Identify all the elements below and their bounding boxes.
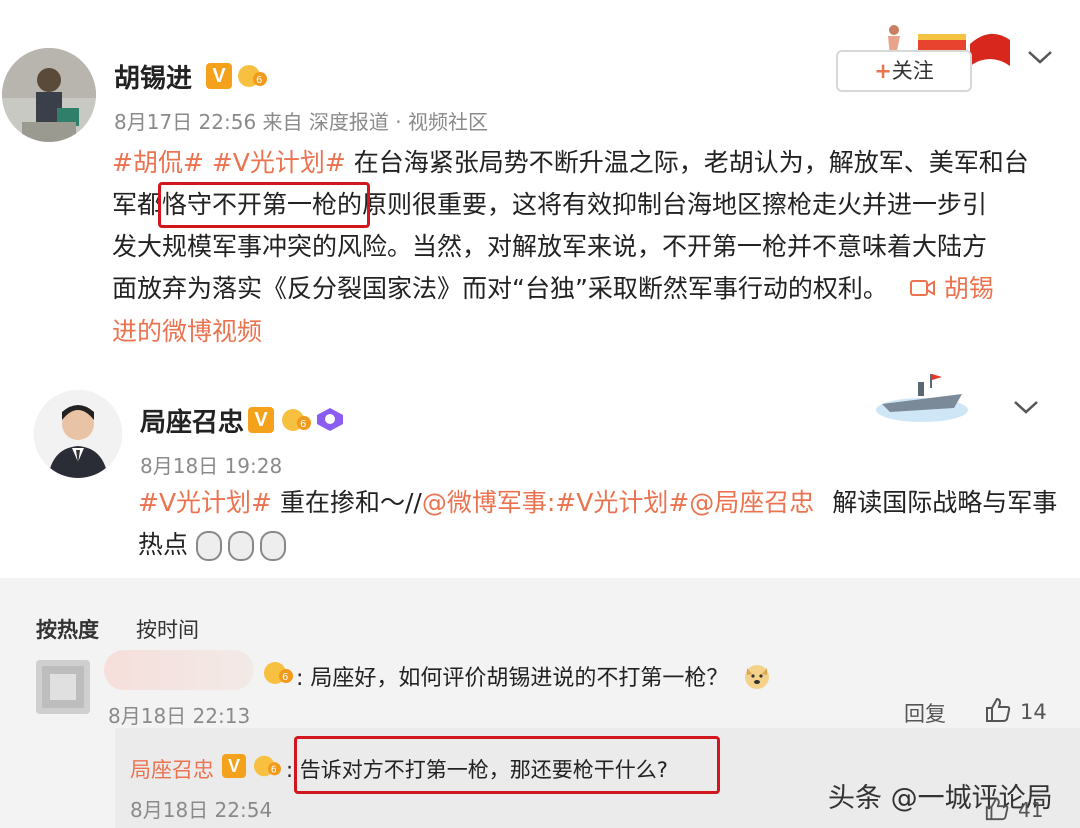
svg-text:6: 6	[256, 75, 262, 86]
post-text: 热点	[138, 530, 189, 559]
doge-emoji-icon	[743, 662, 771, 696]
post-ju-zuo-zhaozhong: 局座召忠 V 6 8月18日 19:28 #V光计划# 重在掺和～//@微博军事…	[0, 360, 1080, 578]
level-badge-icon: 6	[262, 658, 294, 692]
blurred-username	[104, 650, 254, 690]
level-badge-icon: 6	[252, 752, 282, 784]
reply-highlight-box	[294, 736, 720, 794]
reply-button[interactable]: 回复	[904, 698, 946, 728]
post-text: 原则很重要，这将有效抑制台海地区擦枪走火并进一步引	[362, 190, 988, 219]
reply-like-count: 41	[1018, 798, 1044, 822]
comment-time: 8月18日 22:13	[108, 704, 251, 728]
hashtag[interactable]: #V光计划#	[555, 488, 689, 517]
reply-author[interactable]: 局座召忠	[130, 754, 214, 784]
thumbs-up-icon[interactable]	[984, 796, 1010, 826]
microphone-emoji-icon	[227, 531, 254, 561]
post-body: #V光计划# 重在掺和～//@微博军事:#V光计划#@局座召忠 解读国际战略与军…	[138, 482, 1058, 566]
warship-icon	[872, 368, 972, 428]
avatar-hu-xijin[interactable]	[2, 48, 96, 142]
chevron-down-icon[interactable]	[1012, 394, 1040, 424]
follow-label: 关注	[891, 59, 934, 83]
hashtag[interactable]: #胡侃# #V光计划#	[112, 148, 346, 177]
mention[interactable]: @局座召忠	[689, 488, 814, 517]
membership-badge-icon	[314, 406, 346, 436]
avatar-ju-zuo[interactable]	[34, 390, 122, 478]
svg-text:6: 6	[300, 419, 306, 430]
highlight-box	[158, 182, 370, 228]
post-body: #胡侃# #V光计划# 在台海紧张局势不断升温之际，老胡认为，解放军、美军和台 …	[112, 142, 1052, 353]
post-line-1: #胡侃# #V光计划# 在台海紧张局势不断升温之际，老胡认为，解放军、美军和台	[112, 142, 1052, 184]
colon: :	[296, 666, 311, 691]
vip-v-icon: V	[206, 63, 232, 89]
post-line-1: #V光计划# 重在掺和～//@微博军事:#V光计划#@局座召忠 解读国际战略与军…	[138, 482, 1058, 524]
post-text: 面放弃为落实《反分裂国家法》而对“台独”采取断然军事行动的权利。	[112, 274, 888, 303]
post-meta: 8月18日 19:28	[140, 454, 283, 478]
author-name[interactable]: 胡锡进	[114, 58, 192, 95]
follow-button[interactable]: +关注	[836, 50, 972, 92]
post-line-2: 热点	[138, 524, 1058, 566]
mention[interactable]: @微博军事	[422, 488, 547, 517]
level-badge-icon: 6	[280, 405, 312, 439]
level-badge-icon: 6	[236, 61, 268, 95]
post-text: 重在掺和～//	[279, 488, 422, 517]
microphone-emoji-icon	[195, 531, 222, 561]
thumbs-up-icon[interactable]	[984, 696, 1012, 728]
video-icon	[909, 269, 936, 311]
svg-text:6: 6	[282, 672, 288, 683]
chevron-down-icon[interactable]	[1026, 44, 1054, 74]
post-text: 军都	[112, 190, 163, 219]
svg-text:6: 6	[271, 765, 277, 776]
author-name[interactable]: 局座召忠	[140, 402, 244, 439]
reply-time: 8月18日 22:54	[130, 798, 273, 822]
video-link-continued[interactable]: 进的微博视频	[112, 311, 1052, 353]
plus-icon: +	[874, 59, 892, 83]
comment-text: : 局座好，如何评价胡锡进说的不打第一枪？	[296, 660, 771, 696]
like-count: 14	[1020, 700, 1047, 724]
post-text: 在台海紧张局势不断升温之际，老胡认为，解放军、美军和台	[353, 148, 1029, 177]
comment-body: 局座好，如何评价胡锡进说的不打第一枪？	[310, 666, 729, 691]
vip-v-icon: V	[222, 754, 246, 778]
sort-by-time-tab[interactable]: 按时间	[136, 614, 199, 644]
post-line-4: 面放弃为落实《反分裂国家法》而对“台独”采取断然军事行动的权利。 胡锡	[112, 268, 1052, 311]
separator: :	[546, 488, 556, 517]
post-text: 解读国际战略与军事	[832, 488, 1058, 517]
post-hu-xijin: 胡锡进 V 6 8月17日 22:56 来自 深度报道 · 视频社区 +关注 #…	[0, 0, 1080, 360]
microphone-emoji-icon	[259, 531, 286, 561]
video-link[interactable]: 胡锡	[944, 274, 994, 303]
vip-v-icon: V	[248, 407, 274, 433]
sort-by-hot-tab[interactable]: 按热度	[36, 614, 99, 644]
commenter-avatar[interactable]	[36, 660, 90, 714]
hashtag[interactable]: #V光计划#	[138, 488, 272, 517]
post-line-3: 发大规模军事冲突的风险。当然，对解放军来说，不开第一枪并不意味着大陆方	[112, 232, 988, 261]
post-meta: 8月17日 22:56 来自 深度报道 · 视频社区	[114, 110, 488, 134]
